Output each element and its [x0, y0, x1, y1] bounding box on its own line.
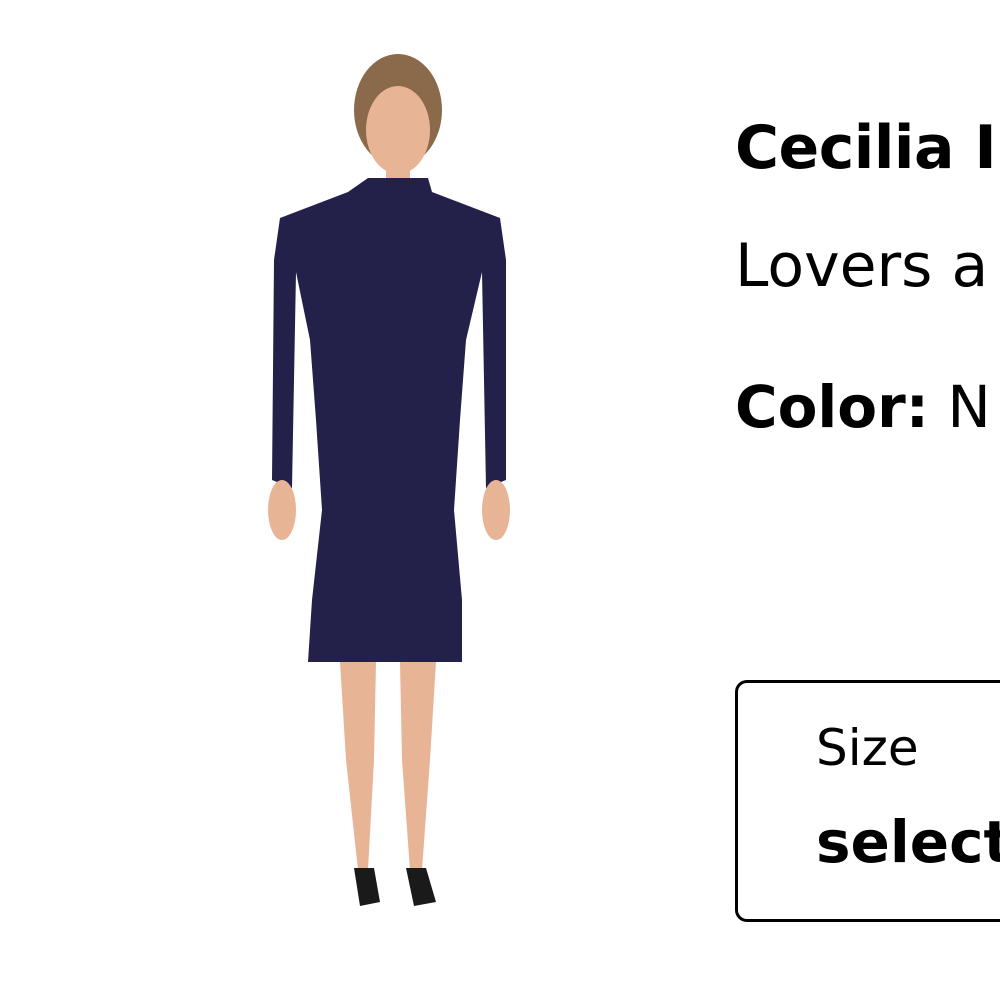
right-leg-shape	[400, 662, 436, 870]
product-image[interactable]	[250, 40, 530, 940]
left-leg-shape	[340, 662, 376, 870]
color-value: N	[928, 373, 991, 441]
size-selector[interactable]: Size select	[735, 680, 1000, 922]
face-shape	[366, 86, 430, 174]
dress-shape	[272, 178, 506, 662]
left-hand-shape	[268, 480, 296, 540]
right-hand-shape	[482, 480, 510, 540]
product-title: Cecilia I	[735, 113, 997, 183]
product-brand[interactable]: Lovers a	[735, 236, 988, 296]
left-shoe-shape	[354, 868, 380, 906]
product-color: Color: N	[735, 378, 991, 436]
model-dress-illustration	[268, 54, 510, 906]
right-shoe-shape	[406, 868, 436, 906]
size-value: select	[816, 808, 1000, 876]
color-label: Color:	[735, 373, 929, 441]
size-label: Size	[816, 719, 919, 777]
